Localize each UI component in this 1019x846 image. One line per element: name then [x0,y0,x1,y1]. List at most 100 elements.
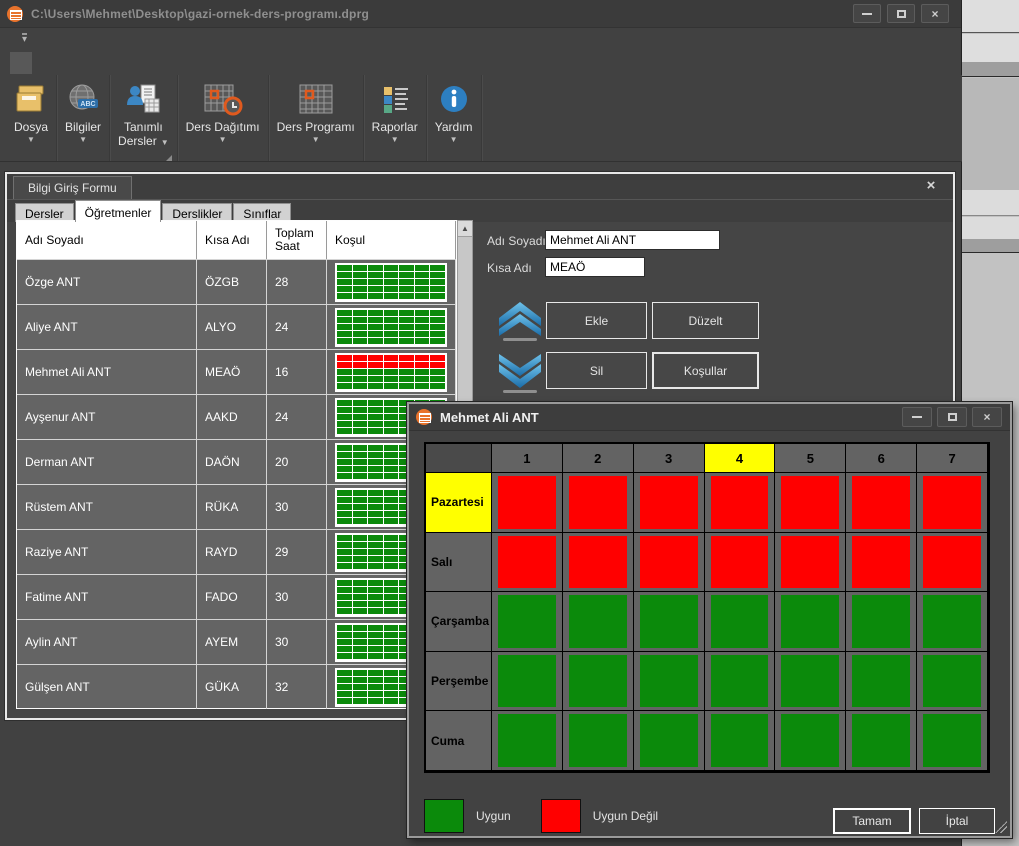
mini-availability-grid [335,353,447,392]
mini-cell [337,310,352,316]
slot-per-embe-6[interactable] [846,652,917,712]
table-row[interactable]: Gülşen ANTGÜKA32 [17,664,456,709]
table-row[interactable]: Mehmet Ali ANTMEAÖ16 [17,349,456,394]
cell-total-hours: 30 [267,619,327,664]
hour-header-1[interactable]: 1 [492,444,563,473]
hour-header-5[interactable]: 5 [775,444,846,473]
day-header-per-embe[interactable]: Perşembe [426,652,492,712]
slot-sal-1[interactable] [492,533,563,593]
day-header-sal[interactable]: Salı [426,533,492,593]
main-titlebar[interactable]: C:\Users\Mehmet\Desktop\gazi-ornek-ders-… [0,0,961,28]
table-row[interactable]: Rüstem ANTRÜKA30 [17,484,456,529]
form-close-icon[interactable]: × [921,177,941,194]
edit-button[interactable]: Düzelt [652,302,759,339]
slot-cuma-5[interactable] [775,711,846,771]
slot-pazartesi-6[interactable] [846,473,917,533]
day-header-pazartesi[interactable]: Pazartesi [426,473,492,533]
name-input[interactable] [545,230,720,250]
slot-ar-amba-2[interactable] [563,592,634,652]
quick-access-dropdown-icon[interactable]: ▾ [22,33,27,44]
slot-sal-5[interactable] [775,533,846,593]
ribbon-button-dosya[interactable]: Dosya▼ [6,75,57,161]
mini-cell [399,338,414,344]
slot-per-embe-7[interactable] [917,652,988,712]
table-row[interactable]: Raziye ANTRAYD29 [17,529,456,574]
table-row[interactable]: Ayşenur ANTAAKD24 [17,394,456,439]
slot-per-embe-2[interactable] [563,652,634,712]
slot-per-embe-3[interactable] [634,652,705,712]
slot-sal-7[interactable] [917,533,988,593]
slot-sal-4[interactable] [705,533,776,593]
ribbon-button-tan-ml-dersler[interactable]: TanımlıDersler▼ [110,75,178,161]
ribbon-group-launcher-icon[interactable] [166,155,172,161]
slot-cuma-2[interactable] [563,711,634,771]
table-row[interactable]: Derman ANTDAÖN20 [17,439,456,484]
slot-per-embe-4[interactable] [705,652,776,712]
slot-sal-2[interactable] [563,533,634,593]
dialog-minimize-button[interactable] [902,407,932,427]
slot-ar-amba-4[interactable] [705,592,776,652]
table-row[interactable]: Aliye ANTALYO24 [17,304,456,349]
hour-header-4[interactable]: 4 [705,444,776,473]
mini-cell [368,601,383,607]
add-button[interactable]: Ekle [546,302,647,339]
minimize-button[interactable] [853,4,881,23]
day-header-cuma[interactable]: Cuma [426,711,492,771]
slot-cuma-7[interactable] [917,711,988,771]
slot-pazartesi-7[interactable] [917,473,988,533]
ribbon-button-raporlar[interactable]: Raporlar▼ [364,75,427,161]
slot-per-embe-5[interactable] [775,652,846,712]
dialog-close-button[interactable]: × [972,407,1002,427]
delete-button[interactable]: Sil [546,352,647,389]
slot-pazartesi-1[interactable] [492,473,563,533]
day-header-ar-amba[interactable]: Çarşamba [426,592,492,652]
mini-cell [384,601,399,607]
ok-button[interactable]: Tamam [833,808,911,834]
move-up-button[interactable] [497,302,543,350]
form-titlebar[interactable]: Bilgi Giriş Formu × [7,174,953,200]
short-name-input[interactable] [545,257,645,277]
slot-pazartesi-3[interactable] [634,473,705,533]
slot-sal-6[interactable] [846,533,917,593]
ribbon-button-bilgiler[interactable]: ABCBilgiler▼ [57,75,110,161]
slot-pazartesi-4[interactable] [705,473,776,533]
hour-header-3[interactable]: 3 [634,444,705,473]
move-down-button[interactable] [497,354,543,402]
ribbon-button-ders-program[interactable]: Ders Programı▼ [269,75,364,161]
dialog-maximize-button[interactable] [937,407,967,427]
hour-header-2[interactable]: 2 [563,444,634,473]
resize-grip[interactable] [995,821,1007,833]
slot-cuma-3[interactable] [634,711,705,771]
scroll-up-icon[interactable]: ▲ [458,221,472,237]
slot-ar-amba-5[interactable] [775,592,846,652]
slot-ar-amba-1[interactable] [492,592,563,652]
ribbon-button-ders-da-t-m[interactable]: Ders Dağıtımı▼ [178,75,269,161]
hour-header-7[interactable]: 7 [917,444,988,473]
slot-cuma-1[interactable] [492,711,563,771]
slot-cuma-4[interactable] [705,711,776,771]
ribbon-button-yard-m[interactable]: Yardım▼ [427,75,482,161]
maximize-button[interactable] [887,4,915,23]
table-row[interactable]: Özge ANTÖZGB28 [17,259,456,304]
ribbon-button-label: Bilgiler [65,120,101,134]
dialog-titlebar[interactable]: Mehmet Ali ANT × [409,404,1010,431]
conditions-button[interactable]: Koşullar [652,352,759,389]
slot-ar-amba-6[interactable] [846,592,917,652]
cancel-button[interactable]: İptal [919,808,995,834]
cell-short-name: FADO [197,574,267,619]
table-row[interactable]: Fatime ANTFADO30 [17,574,456,619]
slot-ar-amba-7[interactable] [917,592,988,652]
slot-pazartesi-5[interactable] [775,473,846,533]
slot-pazartesi-2[interactable] [563,473,634,533]
mini-cell [353,549,368,555]
close-button[interactable]: × [921,4,949,23]
slot-per-embe-1[interactable] [492,652,563,712]
hour-header-6[interactable]: 6 [846,444,917,473]
slot-cuma-6[interactable] [846,711,917,771]
mini-cell [353,279,368,285]
mini-cell [384,580,399,586]
table-row[interactable]: Aylin ANTAYEM30 [17,619,456,664]
slot-ar-amba-3[interactable] [634,592,705,652]
slot-sal-3[interactable] [634,533,705,593]
tab-retmenler[interactable]: Öğretmenler [75,200,162,222]
